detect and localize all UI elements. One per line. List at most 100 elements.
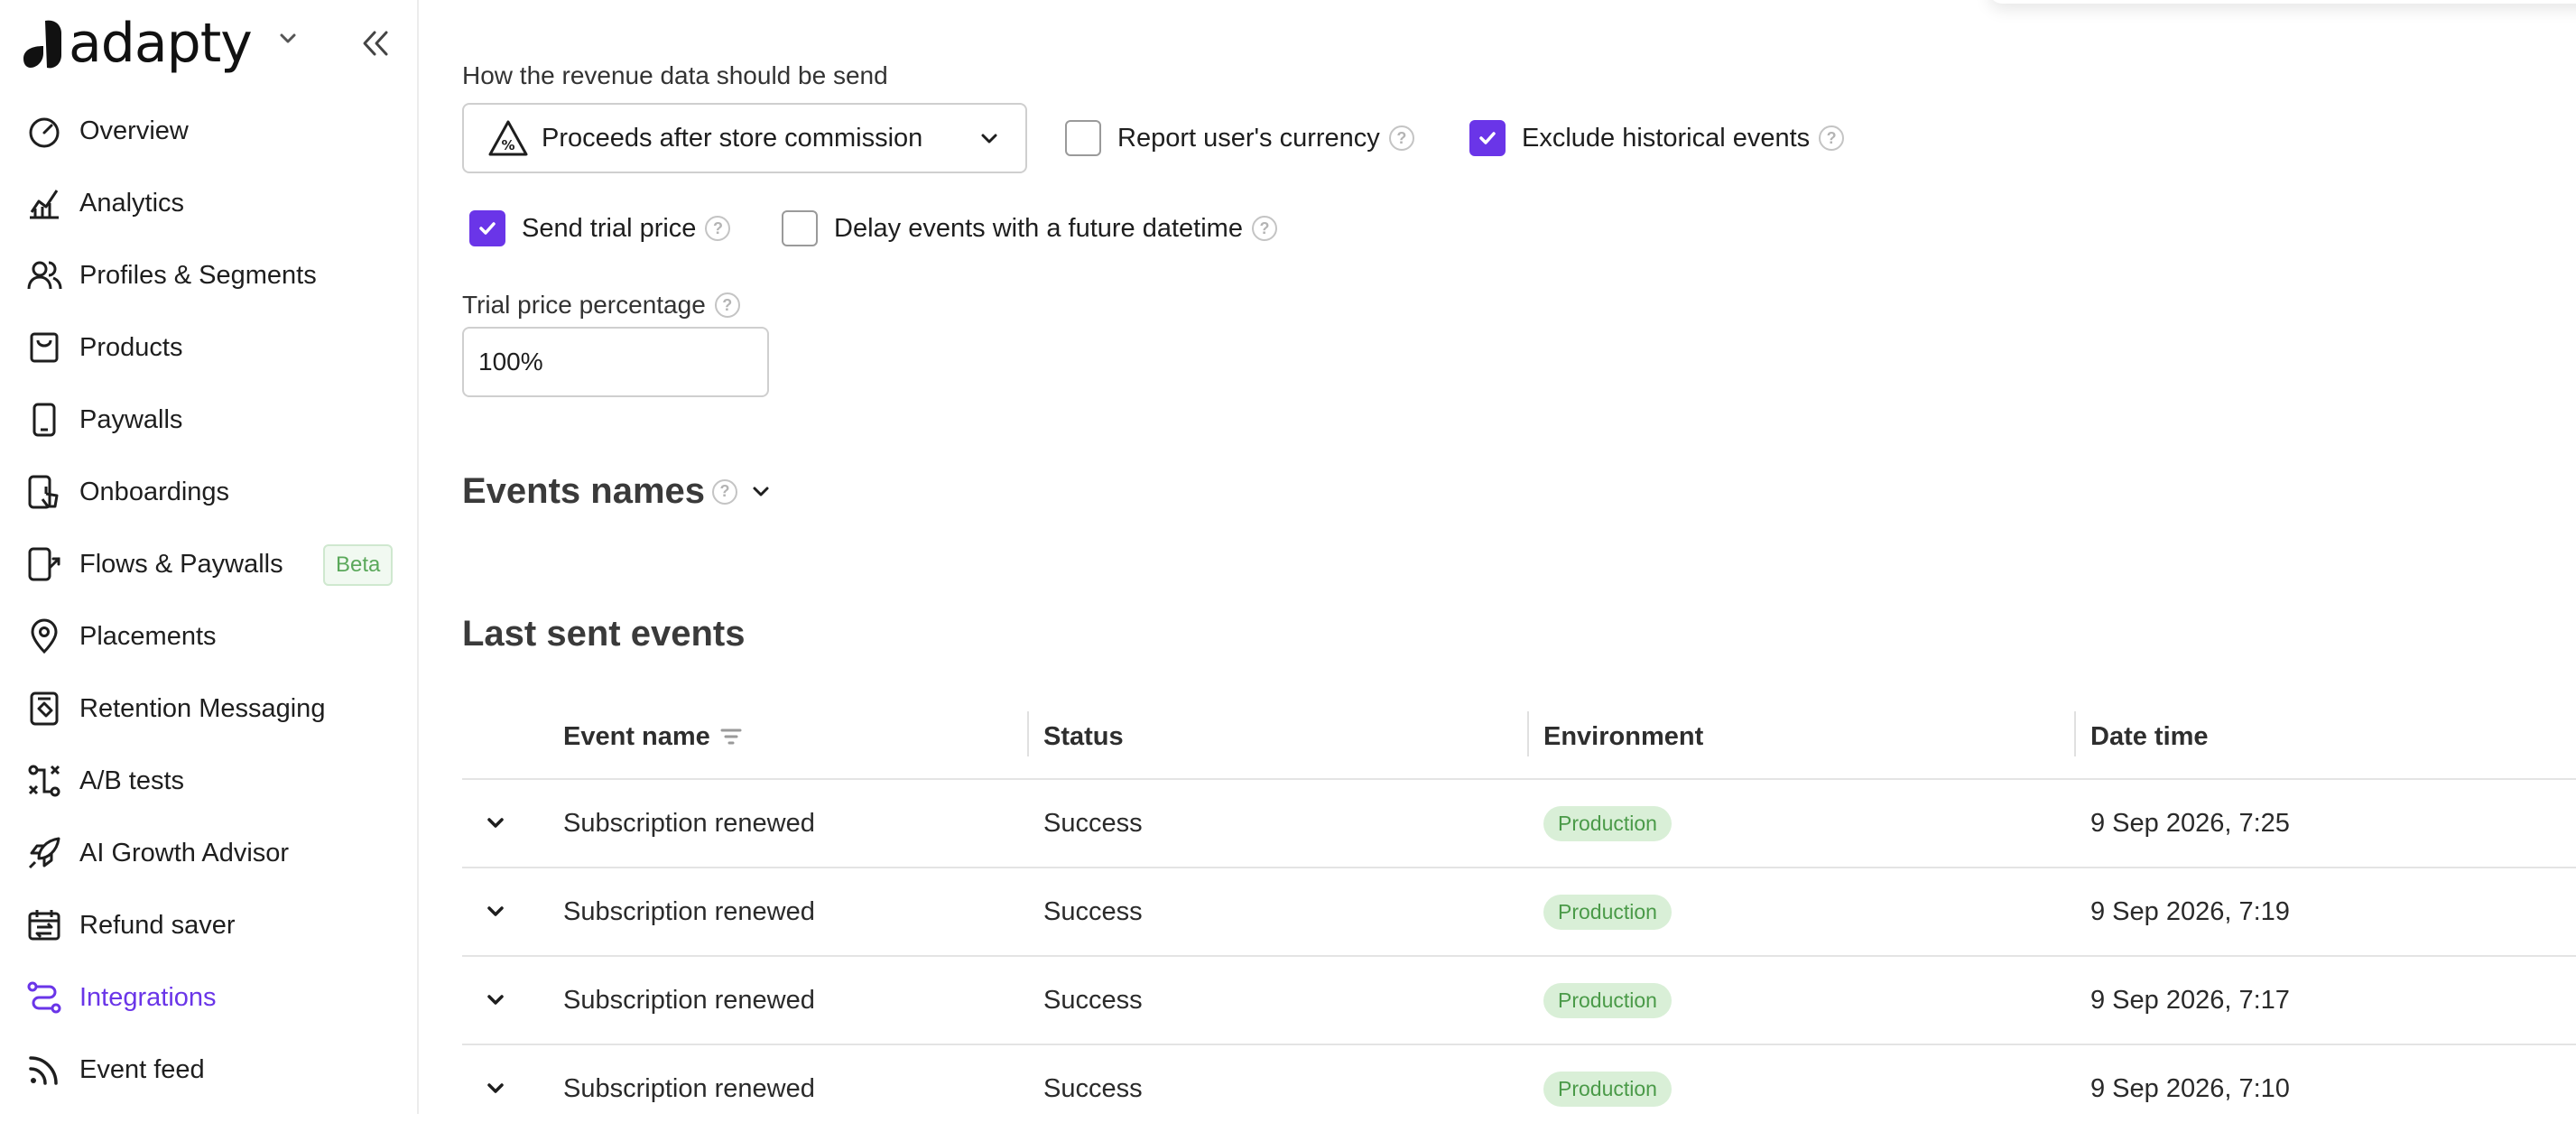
- help-icon[interactable]: ?: [1251, 216, 1277, 241]
- table-row[interactable]: Subscription renewed Success Production …: [462, 1045, 2576, 1132]
- column-divider[interactable]: [1527, 711, 1529, 756]
- environment-badge: Production: [1543, 982, 1672, 1018]
- table-row[interactable]: Subscription renewed Success Production …: [462, 957, 2576, 1045]
- sidebar-item-label: Profiles & Segments: [79, 260, 317, 290]
- svg-text:%: %: [501, 137, 514, 153]
- sidebar-item-ai-growth-advisor[interactable]: AI Growth Advisor: [23, 826, 289, 880]
- send-trial-checkbox[interactable]: [469, 210, 505, 246]
- sidebar-item-paywalls[interactable]: Paywalls: [23, 393, 182, 447]
- environment-cell: Production: [1543, 868, 1672, 955]
- delay-events-label: Delay events with a future datetime: [834, 213, 1243, 243]
- table-row[interactable]: Subscription renewed Success Production …: [462, 780, 2576, 868]
- bag-icon: [23, 327, 65, 368]
- delay-events-checkbox[interactable]: [782, 210, 818, 246]
- delay-events-option[interactable]: Delay events with a future datetime ?: [782, 210, 1277, 246]
- sidebar-item-label: AI Growth Advisor: [79, 838, 290, 868]
- events-table: Event name Status Environment Date time …: [462, 695, 2576, 1132]
- app-logo[interactable]: adapty: [23, 12, 253, 75]
- sidebar-item-overview[interactable]: Overview: [23, 104, 189, 158]
- sidebar-item-analytics[interactable]: Analytics: [23, 176, 184, 230]
- tag-phone-icon: [23, 688, 65, 729]
- sidebar-item-flows-paywalls[interactable]: Flows & Paywalls: [23, 537, 283, 591]
- rss-icon: [23, 1049, 65, 1090]
- status-cell: Success: [1043, 985, 1143, 1015]
- column-header-date-time: Date time: [2090, 721, 2209, 751]
- column-divider[interactable]: [1027, 711, 1029, 756]
- sidebar-item-placements[interactable]: Placements: [23, 609, 217, 663]
- status-cell: Success: [1043, 808, 1143, 838]
- exclude-historical-option[interactable]: Exclude historical events ?: [1469, 120, 1845, 156]
- sidebar-item-refund-saver[interactable]: Refund saver: [23, 898, 236, 952]
- expand-row-chevron-icon[interactable]: [484, 1045, 507, 1132]
- help-icon[interactable]: ?: [1388, 125, 1414, 151]
- help-icon[interactable]: ?: [1819, 125, 1845, 151]
- help-icon[interactable]: ?: [712, 478, 738, 505]
- sidebar-item-label: Event feed: [79, 1054, 205, 1084]
- datetime-cell: 9 Sep 2026, 7:10: [2090, 1073, 2290, 1103]
- sidebar-item-retention-messaging[interactable]: Retention Messaging: [23, 682, 325, 736]
- expand-row-chevron-icon[interactable]: [484, 957, 507, 1044]
- events-names-section[interactable]: Events names ?: [462, 471, 772, 512]
- sidebar-item-onboardings[interactable]: Onboardings: [23, 465, 229, 519]
- status-cell: Success: [1043, 1073, 1143, 1103]
- phone-icon: [23, 399, 65, 441]
- environment-cell: Production: [1543, 957, 1672, 1044]
- rocket-icon: [23, 832, 65, 874]
- sidebar-item-ab-tests[interactable]: A/B tests: [23, 754, 184, 808]
- main-content: How the revenue data should be send % Pr…: [419, 0, 2576, 1114]
- datetime-cell: 9 Sep 2026, 7:17: [2090, 985, 2290, 1015]
- expand-row-chevron-icon[interactable]: [484, 868, 507, 955]
- column-header-label: Event name: [563, 721, 710, 751]
- help-icon[interactable]: ?: [714, 292, 740, 318]
- environment-badge: Production: [1543, 894, 1672, 930]
- sidebar-item-label: Products: [79, 332, 183, 362]
- phone-flow-icon: [23, 543, 65, 585]
- environment-cell: Production: [1543, 1045, 1672, 1132]
- help-icon[interactable]: ?: [705, 216, 731, 241]
- sidebar-item-products[interactable]: Products: [23, 320, 182, 375]
- send-trial-label: Send trial price: [522, 213, 697, 243]
- event-name-cell: Subscription renewed: [563, 808, 815, 838]
- split-icon: [23, 760, 65, 802]
- pin-icon: [23, 616, 65, 657]
- collapse-sidebar-icon[interactable]: [357, 25, 394, 66]
- sidebar-item-label: Overview: [79, 116, 189, 145]
- exclude-historical-label: Exclude historical events: [1522, 123, 1811, 153]
- column-header-event-name[interactable]: Event name: [563, 695, 743, 778]
- column-divider[interactable]: [2074, 711, 2076, 756]
- datetime-cell: 9 Sep 2026, 7:25: [2090, 808, 2290, 838]
- status-cell: Success: [1043, 896, 1143, 926]
- revenue-data-select[interactable]: % Proceeds after store commission: [462, 103, 1027, 173]
- sidebar-item-integrations[interactable]: Integrations: [23, 970, 217, 1025]
- event-name-cell: Subscription renewed: [563, 985, 815, 1015]
- report-currency-option[interactable]: Report user's currency ?: [1065, 120, 1414, 156]
- sidebar-item-label: Integrations: [79, 982, 217, 1012]
- datetime-cell: 9 Sep 2026, 7:19: [2090, 896, 2290, 926]
- sidebar-item-label: Analytics: [79, 188, 185, 218]
- percent-triangle-icon: %: [487, 118, 529, 158]
- sidebar-item-profiles-segments[interactable]: Profiles & Segments: [23, 248, 317, 302]
- chart-icon: [23, 182, 65, 224]
- column-header-status: Status: [1043, 721, 1124, 751]
- workspace-chevron-down-icon[interactable]: [276, 27, 300, 55]
- event-name-cell: Subscription renewed: [563, 896, 815, 926]
- table-row[interactable]: Subscription renewed Success Production …: [462, 868, 2576, 957]
- sidebar-item-event-feed[interactable]: Event feed: [23, 1043, 205, 1097]
- chevron-down-icon[interactable]: [750, 481, 772, 503]
- top-panel-shadow: [1989, 0, 2576, 4]
- environment-badge: Production: [1543, 1071, 1672, 1107]
- environment-cell: Production: [1543, 780, 1672, 867]
- event-name-cell: Subscription renewed: [563, 1073, 815, 1103]
- phone-tap-icon: [23, 471, 65, 513]
- trial-pct-input[interactable]: 100%: [462, 327, 769, 397]
- sidebar-item-label: Paywalls: [79, 404, 183, 434]
- logo-text: adapty: [69, 12, 253, 75]
- report-currency-checkbox[interactable]: [1065, 120, 1101, 156]
- filter-icon[interactable]: [719, 726, 743, 747]
- sidebar-item-label: Retention Messaging: [79, 693, 326, 723]
- send-trial-option[interactable]: Send trial price ?: [469, 210, 731, 246]
- calendar-refresh-icon: [23, 905, 65, 946]
- expand-row-chevron-icon[interactable]: [484, 780, 507, 867]
- exclude-historical-checkbox[interactable]: [1469, 120, 1506, 156]
- revenue-data-label: How the revenue data should be send: [462, 61, 888, 89]
